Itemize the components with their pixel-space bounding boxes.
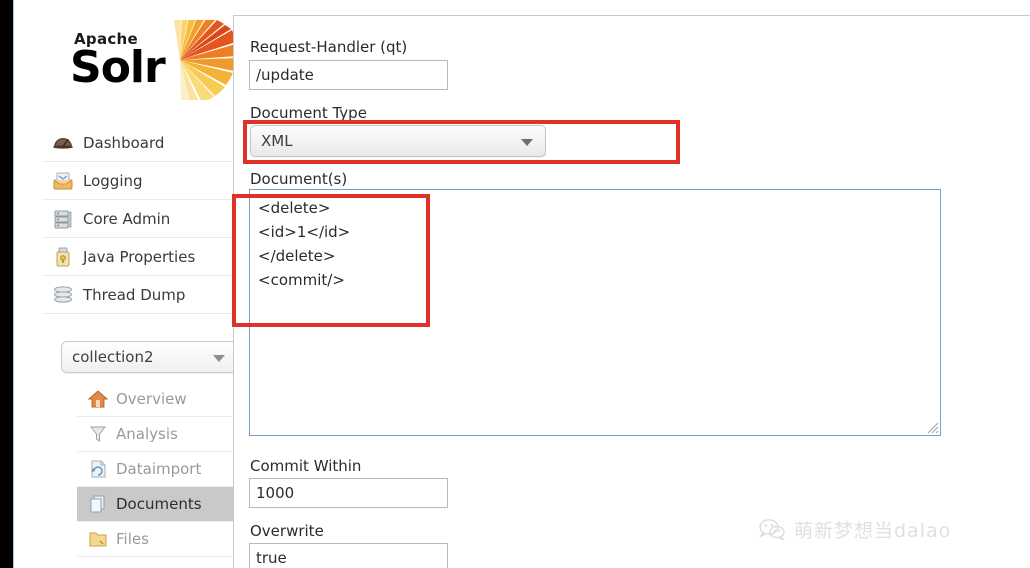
collection-selector-value: collection2 [72, 348, 154, 366]
dashboard-icon [52, 132, 74, 154]
commit-within-label: Commit Within [250, 457, 362, 475]
chevron-down-icon [213, 355, 225, 362]
documents-textarea[interactable]: <delete> <id>1</id> </delete> <commit/> [249, 189, 941, 436]
sidebar-item-overview[interactable]: Overview [77, 382, 233, 417]
sidebar-item-core-admin[interactable]: Core Admin [42, 200, 233, 238]
main-navigation: Dashboard Logging Core Admin Java Proper… [42, 124, 233, 314]
sidebar-item-dashboard[interactable]: Dashboard [42, 124, 233, 162]
logo-solr-text: Solr [70, 42, 166, 93]
document-type-select[interactable]: XML [250, 125, 546, 157]
overview-home-icon [87, 389, 109, 409]
sidebar-item-analysis[interactable]: Analysis [77, 417, 233, 452]
documents-label: Document(s) [250, 170, 348, 188]
sidebar: Apache Solr Dashboard Logging Core Admin… [14, 0, 238, 568]
core-admin-icon [52, 208, 74, 230]
logging-icon [52, 170, 74, 192]
files-folder-icon [88, 529, 108, 549]
sidebar-item-label: Thread Dump [83, 285, 186, 304]
dataimport-icon [88, 459, 108, 479]
screenshot-root: Apache Solr Dashboard Logging Core Admin… [0, 0, 1030, 568]
documents-icon [88, 494, 108, 514]
sidebar-item-files[interactable]: Files [77, 522, 233, 557]
sidebar-item-label: Overview [116, 390, 187, 408]
sidebar-item-label: Java Properties [83, 247, 196, 266]
sidebar-item-documents[interactable]: Documents [77, 487, 233, 522]
collection-sub-navigation: Overview Analysis Dataimport Documents F… [77, 382, 233, 557]
sidebar-item-logging[interactable]: Logging [42, 162, 233, 200]
thread-dump-icon [52, 284, 74, 306]
left-black-gutter [0, 0, 13, 568]
java-properties-icon [52, 246, 74, 268]
sidebar-item-label: Documents [116, 495, 202, 513]
collection-selector[interactable]: collection2 [61, 341, 238, 373]
overwrite-label: Overwrite [250, 522, 324, 540]
sidebar-item-label: Files [116, 530, 149, 548]
document-type-label: Document Type [250, 104, 367, 122]
sidebar-item-dataimport[interactable]: Dataimport [77, 452, 233, 487]
chevron-down-icon [521, 139, 533, 146]
analysis-funnel-icon [88, 424, 108, 444]
sidebar-item-label: Core Admin [83, 209, 171, 228]
sidebar-item-label: Dashboard [83, 133, 165, 152]
sidebar-item-thread-dump[interactable]: Thread Dump [42, 276, 233, 314]
solr-logo[interactable]: Apache Solr [60, 18, 236, 108]
commit-within-input[interactable] [249, 478, 448, 508]
sidebar-item-java-properties[interactable]: Java Properties [42, 238, 233, 276]
sidebar-item-label: Analysis [116, 425, 178, 443]
request-handler-label: Request-Handler (qt) [250, 38, 408, 56]
sidebar-item-label: Logging [83, 171, 143, 190]
sidebar-item-label: Dataimport [116, 460, 202, 478]
request-handler-input[interactable] [249, 60, 448, 90]
document-type-value: XML [261, 132, 293, 150]
overwrite-input[interactable] [249, 543, 448, 568]
solr-sunburst-logo-icon [173, 20, 236, 100]
